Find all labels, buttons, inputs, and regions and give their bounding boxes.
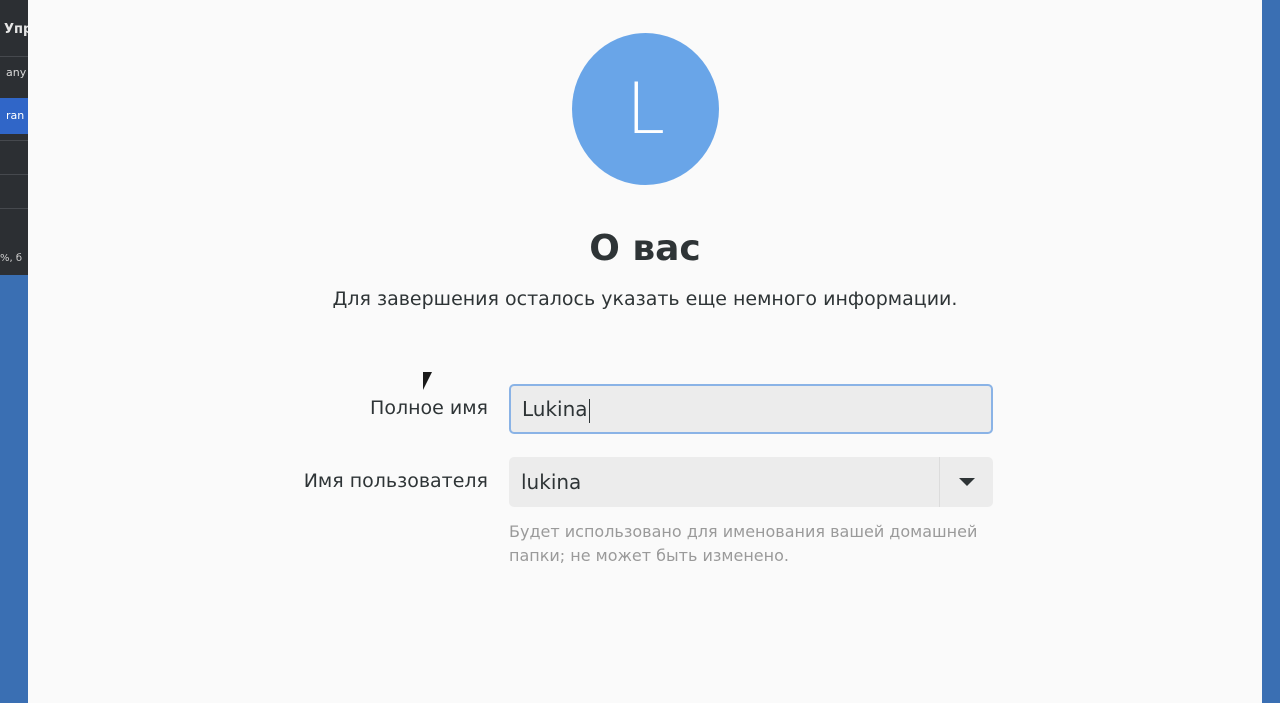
username-label: Имя пользователя bbox=[303, 470, 488, 492]
full-name-label: Полное имя bbox=[370, 397, 488, 419]
background-list-item[interactable]: any bbox=[0, 66, 28, 79]
username-hint: Будет использовано для именования вашей … bbox=[509, 522, 978, 565]
desktop-background bbox=[1262, 0, 1280, 703]
background-list-item-selected[interactable]: ran bbox=[0, 98, 28, 134]
background-window-title: Упр bbox=[4, 22, 28, 37]
divider bbox=[0, 208, 28, 209]
username-dropdown-button[interactable] bbox=[940, 457, 993, 507]
full-name-input[interactable]: Lukina bbox=[509, 384, 993, 434]
mouse-pointer-icon bbox=[423, 372, 432, 390]
avatar[interactable]: L bbox=[572, 33, 719, 185]
page-title: О вас bbox=[589, 228, 701, 269]
username-combobox[interactable]: lukina bbox=[509, 457, 993, 507]
chevron-down-icon bbox=[959, 478, 975, 486]
text-caret bbox=[588, 398, 590, 423]
desktop-background bbox=[0, 275, 28, 703]
divider bbox=[0, 140, 28, 141]
page-subtitle: Для завершения осталось указать еще немн… bbox=[332, 288, 958, 310]
divider bbox=[0, 174, 28, 175]
divider bbox=[0, 56, 28, 57]
full-name-value: Lukina bbox=[522, 397, 588, 421]
username-value: lukina bbox=[521, 470, 582, 494]
